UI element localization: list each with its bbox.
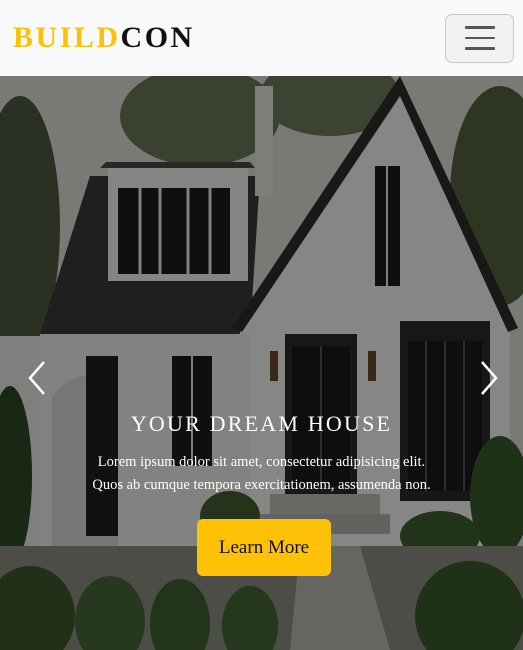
hero-text-line-2: Quos ab cumque tempora exercitationem, a…	[92, 477, 431, 493]
brand-part-build: BUILD	[13, 21, 121, 54]
brand-part-con: CON	[120, 21, 195, 54]
hero-caption: YOUR DREAM HOUSE Lorem ipsum dolor sit a…	[0, 411, 523, 497]
learn-more-button[interactable]: Learn More	[197, 519, 331, 576]
carousel-next-button[interactable]	[476, 356, 500, 400]
navbar-toggler-button[interactable]	[445, 13, 514, 63]
hamburger-menu-icon	[464, 26, 495, 29]
chevron-left-icon	[28, 361, 45, 395]
brand-logo[interactable]: BUILDCON	[13, 21, 195, 55]
hero-title: YOUR DREAM HOUSE	[130, 411, 393, 436]
chevron-right-icon	[481, 361, 498, 395]
hero-text-line-1: Lorem ipsum dolor sit amet, consectetur …	[97, 454, 426, 470]
hero-carousel: YOUR DREAM HOUSE Lorem ipsum dolor sit a…	[0, 76, 523, 650]
navbar: BUILDCON	[0, 0, 523, 76]
carousel-prev-button[interactable]	[26, 356, 50, 400]
